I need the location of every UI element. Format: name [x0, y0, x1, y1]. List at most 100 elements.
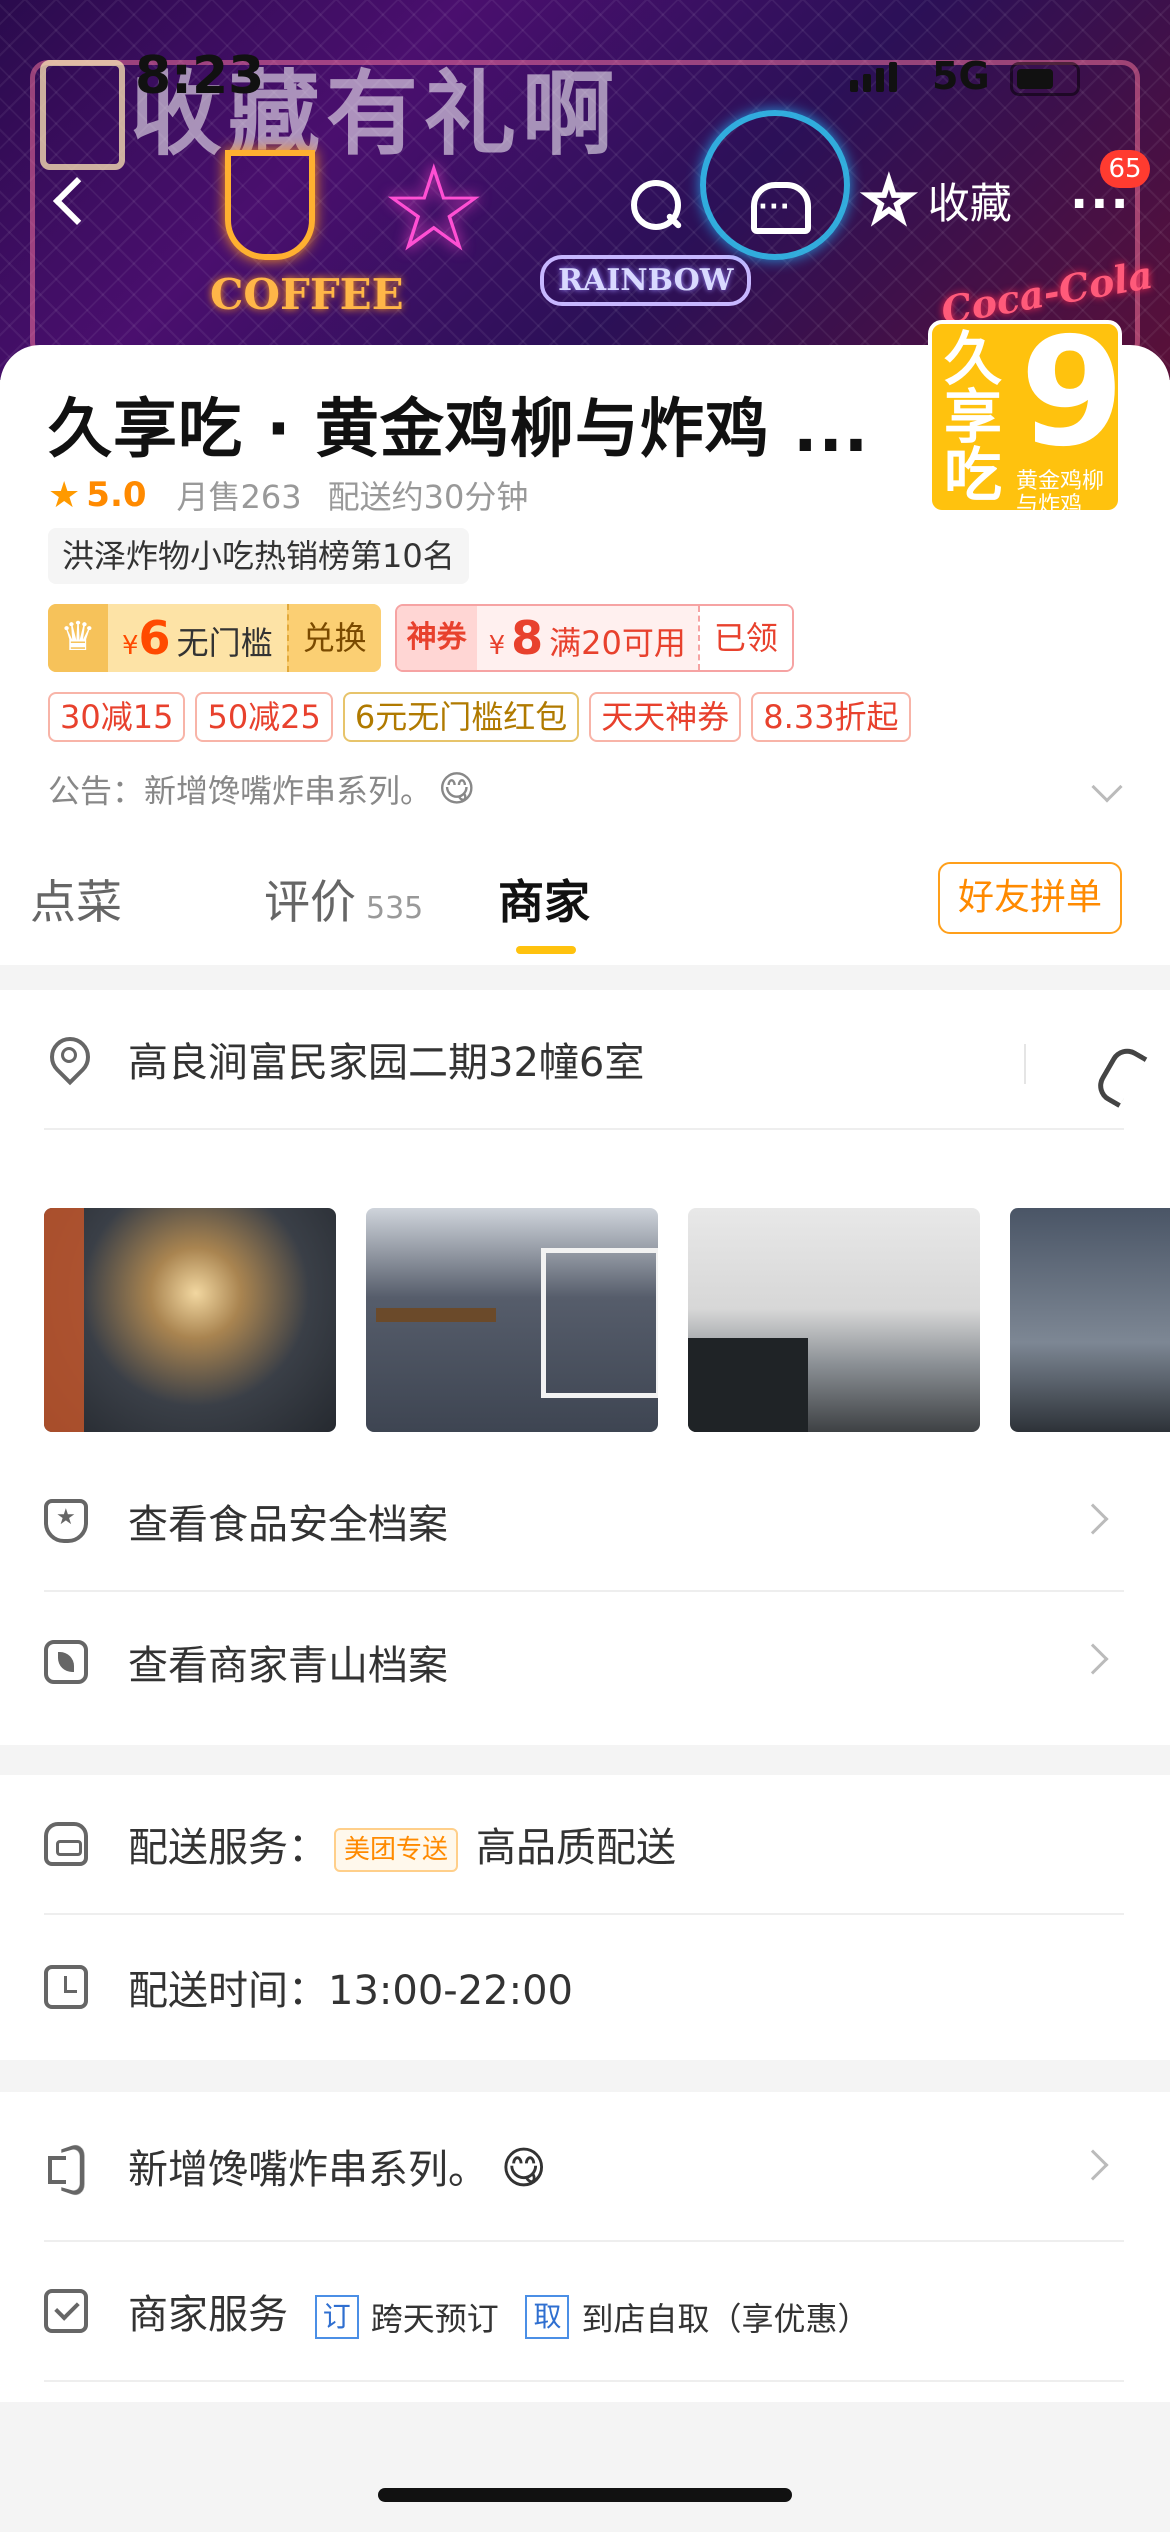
divider: [1024, 1044, 1026, 1084]
tab-review-label: 评价: [264, 875, 356, 929]
rider-icon: [44, 1822, 88, 1866]
promo-tag[interactable]: 6元无门槛红包: [342, 692, 580, 742]
chevron-right-icon: [1077, 1503, 1109, 1535]
favorite-button[interactable]: ☆ 收藏: [860, 165, 1012, 236]
announcement-row[interactable]: 新增馋嘴炸串系列。 😋: [44, 2092, 1124, 2242]
redeem-button[interactable]: 兑换: [286, 604, 381, 672]
delivery-time: 配送约30分钟: [327, 478, 529, 516]
merchant-services-row[interactable]: 商家服务 订跨天预订 取到店自取（享优惠）: [44, 2242, 1124, 2382]
food-safety-row[interactable]: 查看食品安全档案: [44, 1452, 1124, 1592]
vip-coupon-label: 无门槛: [176, 624, 273, 662]
logo-subtitle: 黄金鸡柳与炸鸡: [1016, 469, 1105, 514]
meituan-delivery-badge: 美团专送: [334, 1828, 459, 1872]
store-photo[interactable]: [1010, 1208, 1170, 1432]
store-address: 高良涧富民家园二期32幢6室: [128, 1040, 645, 1086]
crown-icon: [48, 604, 108, 672]
tab-review[interactable]: 评价 535: [264, 866, 423, 932]
coupon-row: ¥ 6 无门槛 兑换 神券 ¥ 8 满20可用 已领: [48, 604, 794, 672]
leaf-icon: [44, 1640, 88, 1684]
announcement-text: 新增馋嘴炸串系列。: [128, 2147, 488, 2193]
god-coupon-value: 8: [511, 611, 544, 665]
clock-icon: [44, 1965, 88, 2009]
green-record-label: 查看商家青山档案: [128, 1643, 448, 1689]
phone-icon[interactable]: [1098, 1044, 1138, 1096]
food-safety-label: 查看食品安全档案: [128, 1502, 448, 1548]
notice[interactable]: 公告：新增馋嘴炸串系列。 😋: [48, 766, 476, 812]
shield-icon: [44, 1499, 88, 1543]
logo-nine: 9: [1020, 320, 1122, 480]
store-photos[interactable]: [44, 1208, 1170, 1432]
merchant-services: 商家服务 订跨天预订 取到店自取（享优惠）: [128, 2282, 869, 2340]
store-photo[interactable]: [44, 1208, 336, 1432]
rating-star-icon: ★: [48, 474, 81, 516]
address-row[interactable]: 高良涧富民家园二期32幢6室: [44, 990, 1124, 1130]
active-tab-indicator: [516, 946, 576, 954]
notice-text: 公告：新增馋嘴炸串系列。: [48, 772, 433, 810]
more-dots-icon: ···: [1070, 176, 1131, 232]
notice-emoji: 😋: [438, 768, 476, 810]
service-pickup: 到店自取（享优惠）: [581, 2300, 870, 2338]
god-coupon[interactable]: 神券 ¥ 8 满20可用 已领: [394, 604, 794, 672]
service-reserve: 跨天预订: [370, 2300, 499, 2338]
pickup-icon: 取: [525, 2295, 570, 2339]
store-name: 久享吃 · 黄金鸡柳与炸鸡 ...: [48, 393, 870, 467]
claimed-status: 已领: [697, 606, 792, 670]
announcement-section: 新增馋嘴炸串系列。 😋 商家服务 订跨天预订 取到店自取（享优惠）: [0, 2092, 1170, 2402]
reserve-icon: 订: [314, 2295, 359, 2339]
neon-coffee-cup-icon: [225, 150, 315, 260]
promo-row: 30减15 50减25 6元无门槛红包 天天神券 8.33折起: [48, 692, 911, 742]
promo-tag[interactable]: 50减25: [195, 692, 333, 742]
announcement-emoji: 😋: [500, 2143, 547, 2194]
promo-tag[interactable]: 8.33折起: [751, 692, 911, 742]
store-photo[interactable]: [688, 1208, 980, 1432]
neon-coffee-sign: COFFEE: [210, 270, 404, 319]
battery-icon: [1010, 62, 1080, 96]
rank-tag[interactable]: 洪泽炸物小吃热销榜第10名: [48, 528, 469, 584]
status-bar: 8:23 5G: [0, 0, 1170, 150]
promo-tag[interactable]: 30减15: [48, 692, 186, 742]
god-coupon-tag: 神券: [396, 606, 477, 670]
services-label: 商家服务: [128, 2292, 288, 2338]
delivery-service-row: 配送服务： 美团专送 高品质配送: [44, 1775, 1124, 1915]
announcement: 新增馋嘴炸串系列。 😋: [128, 2137, 547, 2195]
tab-merchant[interactable]: 商家: [498, 866, 590, 932]
signal-icon: [850, 62, 897, 92]
vip-coupon-currency: ¥: [122, 631, 139, 661]
delivery-section: 配送服务： 美团专送 高品质配送 配送时间：13:00-22:00: [0, 1775, 1170, 2060]
location-pin-icon: [44, 1037, 88, 1081]
search-button[interactable]: [625, 176, 685, 236]
delivery-hours: 配送时间：13:00-22:00: [128, 1968, 573, 2014]
tab-order[interactable]: 点菜: [30, 866, 122, 932]
customer-service-button[interactable]: [745, 178, 811, 234]
back-button[interactable]: [44, 170, 94, 230]
chevron-right-icon: [1077, 1643, 1109, 1675]
chevron-right-icon: [1077, 2149, 1109, 2181]
tab-bar: 点菜 评价 535 商家 好友拼单: [0, 850, 1170, 960]
green-record-row[interactable]: 查看商家青山档案: [44, 1592, 1124, 1732]
store-logo[interactable]: 久享吃 9 黄金鸡柳与炸鸡: [928, 320, 1122, 514]
god-coupon-currency: ¥: [488, 631, 506, 661]
home-indicator[interactable]: [378, 2488, 792, 2502]
star-icon: ☆: [860, 165, 918, 236]
god-coupon-label: 满20可用: [549, 624, 686, 662]
merchant-info-section: 高良涧富民家园二期32幢6室 查看食品安全档案 查看商家青山档案: [0, 990, 1170, 1745]
network-type: 5G: [932, 54, 990, 98]
promo-tag[interactable]: 天天神券: [589, 692, 742, 742]
store-rating: 5.0: [86, 475, 147, 515]
delivery-service-label: 配送服务：: [128, 1825, 328, 1871]
group-order-button[interactable]: 好友拼单: [938, 862, 1122, 934]
vip-coupon-amount: ¥ 6 无门槛: [108, 604, 287, 672]
delivery-quality: 高品质配送: [476, 1825, 677, 1871]
store-photo[interactable]: [366, 1208, 658, 1432]
neon-rainbow-sign: RAINBOW: [540, 255, 752, 306]
speaker-icon: [44, 2144, 88, 2188]
logo-chars: 久享吃: [944, 325, 1003, 509]
vip-coupon[interactable]: ¥ 6 无门槛 兑换: [48, 604, 381, 672]
message-count-badge: 65: [1100, 150, 1150, 188]
store-stats: ★ 5.0 月售263 配送约30分钟: [48, 472, 528, 518]
delivery-hours-row: 配送时间：13:00-22:00: [44, 1917, 1124, 2057]
monthly-sales: 月售263: [176, 478, 302, 516]
status-time: 8:23: [135, 46, 265, 106]
delivery-service: 配送服务： 美团专送 高品质配送: [128, 1815, 676, 1873]
favorite-label: 收藏: [927, 179, 1012, 228]
